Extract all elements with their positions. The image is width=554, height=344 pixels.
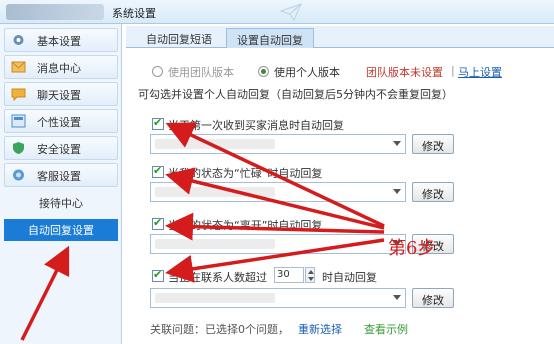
edit-first-message-button[interactable]: 修改 xyxy=(412,134,454,154)
sidebar-item-label: 聊天设置 xyxy=(37,89,81,102)
personal-version-radio[interactable] xyxy=(258,66,269,77)
tab-label: 自动回复短语 xyxy=(146,33,212,46)
max-contacts-label-before: 当正在联系人数超过 xyxy=(168,271,267,284)
chevron-down-icon xyxy=(393,295,401,300)
sidebar-subitem-label: 自动回复设置 xyxy=(28,224,94,237)
busy-reply-select[interactable] xyxy=(150,182,406,202)
window-title: 系统设置 xyxy=(112,7,156,20)
max-contacts-label-after: 时自动回复 xyxy=(322,271,377,284)
sidebar-item-messages[interactable]: 消息中心 xyxy=(4,55,118,79)
step-label: 第6步 xyxy=(388,238,436,259)
blurred-value xyxy=(155,293,275,303)
tab-bar: 自动回复短语 设置自动回复 xyxy=(126,26,554,48)
away-status-label: 当我的状态为“离开”时自动回复 xyxy=(168,219,323,232)
busy-status-label: 当我的状态为“忙碌”时自动回复 xyxy=(168,167,323,180)
sidebar-item-label: 消息中心 xyxy=(37,62,81,75)
shield-icon xyxy=(13,142,24,154)
blurred-value xyxy=(155,187,275,197)
busy-status-checkbox[interactable] xyxy=(152,164,164,178)
sidebar-subitem-auto-reply[interactable]: 自动回复设置 xyxy=(4,219,118,241)
sidebar-subitem-reception[interactable]: 接待中心 xyxy=(4,192,118,214)
personal-version-label: 使用个人版本 xyxy=(274,66,340,79)
first-message-checkbox[interactable] xyxy=(152,116,164,130)
tab-set-auto-reply[interactable]: 设置自动回复 xyxy=(226,28,314,48)
gear-icon xyxy=(13,35,24,45)
sidebar-item-security[interactable]: 安全设置 xyxy=(4,136,118,160)
sidebar-subitem-label: 接待中心 xyxy=(39,197,83,210)
account-name-blurred xyxy=(6,4,104,20)
edit-busy-button[interactable]: 修改 xyxy=(412,182,454,202)
hint-text: 可勾选并设置个人自动回复（自动回复后5分钟内不会重复回复） xyxy=(138,88,453,101)
edit-max-contacts-button[interactable]: 修改 xyxy=(412,288,454,308)
reselect-link[interactable]: 重新选择 xyxy=(298,321,342,337)
max-contacts-input[interactable]: 30 xyxy=(274,267,304,283)
related-questions-text: 关联问题：已选择0个问题， xyxy=(150,323,289,336)
max-contacts-reply-select[interactable] xyxy=(150,288,406,308)
away-status-checkbox[interactable] xyxy=(152,216,164,230)
sidebar-item-chat[interactable]: 聊天设置 xyxy=(4,82,118,106)
sidebar-item-personalize[interactable]: 个性设置 xyxy=(4,109,118,133)
sidebar: 基本设置 消息中心 聊天设置 个性设置 安全设置 客服设置 接待中心 自动回复设… xyxy=(0,24,122,344)
tab-auto-reply-phrases[interactable]: 自动回复短语 xyxy=(136,28,222,48)
sidebar-item-label: 基本设置 xyxy=(37,35,81,48)
setup-now-link[interactable]: 马上设置 xyxy=(458,64,502,80)
paper-plane-icon xyxy=(280,3,302,21)
envelope-icon xyxy=(11,61,26,73)
headset-icon xyxy=(13,169,24,181)
blurred-value xyxy=(155,239,275,249)
blurred-value xyxy=(155,139,275,149)
first-message-label: 当天第一次收到买家消息时自动回复 xyxy=(168,119,344,132)
team-version-label: 使用团队版本 xyxy=(168,66,234,79)
chat-bubble-icon xyxy=(11,88,26,101)
max-contacts-checkbox[interactable] xyxy=(152,268,164,282)
sidebar-item-label: 个性设置 xyxy=(37,116,81,129)
sidebar-item-label: 客服设置 xyxy=(37,170,81,183)
chevron-down-icon xyxy=(393,141,401,146)
team-version-radio[interactable] xyxy=(152,66,163,77)
first-message-reply-select[interactable] xyxy=(150,134,406,154)
personalize-icon xyxy=(11,114,26,128)
separator: | xyxy=(451,64,455,77)
tab-label: 设置自动回复 xyxy=(237,34,303,47)
away-reply-select[interactable] xyxy=(150,234,406,254)
team-version-notice: 团队版本未设置 xyxy=(366,66,443,79)
auto-reply-panel: 使用团队版本 使用个人版本 团队版本未设置 | 马上设置 可勾选并设置个人自动回… xyxy=(126,48,554,344)
title-bar: 系统设置 xyxy=(0,0,554,24)
sidebar-item-basic[interactable]: 基本设置 xyxy=(4,28,118,52)
view-example-link[interactable]: 查看示例 xyxy=(364,321,408,337)
sidebar-item-label: 安全设置 xyxy=(37,143,81,156)
sidebar-item-customer-service[interactable]: 客服设置 xyxy=(4,163,118,187)
max-contacts-stepper[interactable] xyxy=(305,267,315,283)
chevron-down-icon xyxy=(393,189,401,194)
